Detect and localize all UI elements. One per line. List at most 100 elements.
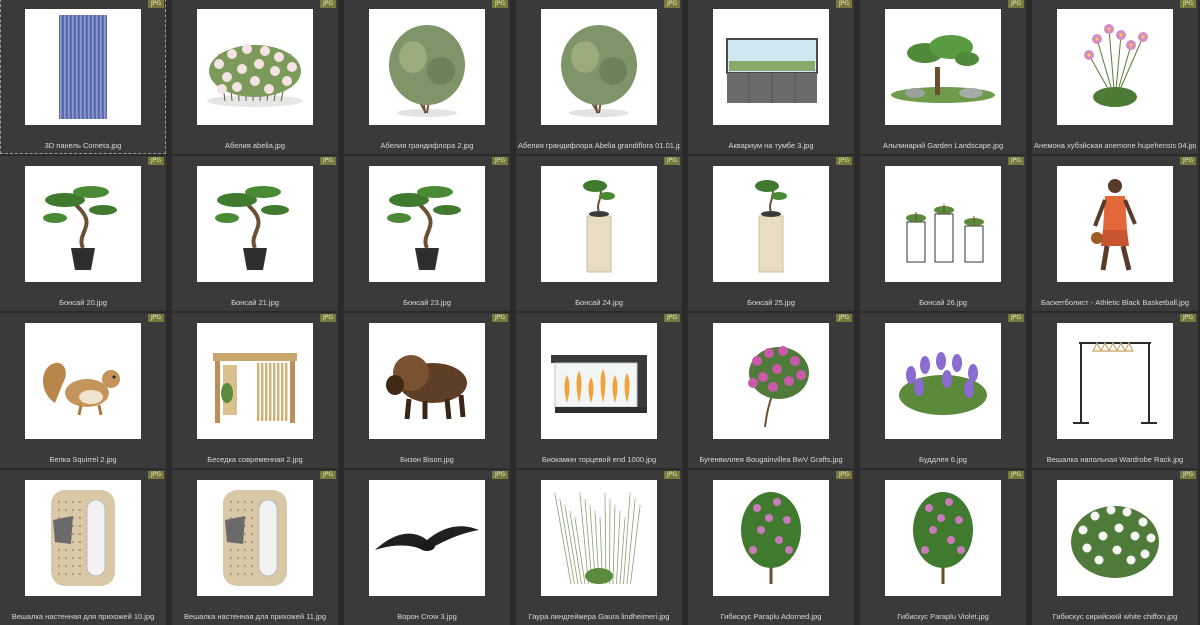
thumbnail-image xyxy=(885,323,1001,439)
thumbnail-image xyxy=(197,9,313,125)
file-type-badge: JPG xyxy=(835,314,852,322)
file-name-label: Ворон Crow 3.jpg xyxy=(397,612,457,621)
file-name-label: Бугенвиллея Bougainvillea BwV Grafts.jpg xyxy=(699,455,843,464)
thumbnail-image xyxy=(1057,480,1173,596)
file-name-label: Аквариум на тумбе 3.jpg xyxy=(728,141,814,150)
file-type-badge: JPG xyxy=(1007,0,1024,8)
bonsai-stand-icon xyxy=(906,204,984,263)
thumbnail-image xyxy=(25,9,141,125)
file-thumbnail[interactable]: JPG 3D панель Cometa.jpg xyxy=(0,0,166,154)
file-thumbnail[interactable]: JPG Биокамин торцевой end 1000.jpg xyxy=(516,313,682,468)
thumbnail-image xyxy=(25,323,141,439)
wall-hanger-icon xyxy=(51,490,115,586)
file-thumbnail[interactable]: JPG Анемона хубэйская anemone hupehensis … xyxy=(1032,0,1198,154)
thumbnail-image xyxy=(1057,166,1173,282)
file-type-badge: JPG xyxy=(1179,157,1196,165)
file-thumbnail[interactable]: JPG Альпинарий Garden Landscape.jpg xyxy=(860,0,1026,154)
file-type-badge: JPG xyxy=(1007,471,1024,479)
file-thumbnail[interactable]: JPG Вешалка напольная Wardrobe Rack.jpg xyxy=(1032,313,1198,468)
shrub-icon xyxy=(561,25,637,117)
shrub-icon xyxy=(389,25,465,117)
file-thumbnail[interactable]: JPG Бонсай 24.jpg xyxy=(516,156,682,311)
thumbnail-image xyxy=(369,323,485,439)
file-name-label: Анемона хубэйская anemone hupehensis 04.… xyxy=(1034,141,1196,150)
fireplace-icon xyxy=(551,355,647,413)
file-type-badge: JPG xyxy=(147,157,164,165)
file-name-label: Гибискус сирийский white chiffon.jpg xyxy=(1052,612,1178,621)
bonsai-icon xyxy=(215,186,289,270)
file-thumbnail[interactable]: JPG Аквариум на тумбе 3.jpg xyxy=(688,0,854,154)
file-type-badge: JPG xyxy=(491,471,508,479)
thumbnail-image xyxy=(197,323,313,439)
file-type-badge: JPG xyxy=(835,471,852,479)
file-name-label: Гибискус Paraplu Adorned.jpg xyxy=(720,612,822,621)
file-thumbnail[interactable]: JPG Бонсай 23.jpg xyxy=(344,156,510,311)
file-name-label: Гибискус Paraplu Violet.jpg xyxy=(897,612,989,621)
anemone-flower-icon xyxy=(1084,24,1148,107)
flowering-shrub-icon xyxy=(207,44,303,107)
file-thumbnail[interactable]: JPG Беседка современная 2.jpg xyxy=(172,313,338,468)
file-thumbnail[interactable]: JPG Гибискус Paraplu Violet.jpg xyxy=(860,470,1026,625)
file-type-badge: JPG xyxy=(663,0,680,8)
file-type-badge: JPG xyxy=(835,157,852,165)
hibiscus-icon xyxy=(741,492,801,584)
file-thumbnail[interactable]: JPG Абелия грандифлора Abelia grandiflora… xyxy=(516,0,682,154)
file-name-label: Абелия abelia.jpg xyxy=(225,141,285,150)
file-type-badge: JPG xyxy=(1179,0,1196,8)
file-thumbnail[interactable]: JPG Буддлея 6.jpg xyxy=(860,313,1026,468)
file-thumbnail[interactable]: JPG Белка Squirrel 2.jpg xyxy=(0,313,166,468)
file-thumbnail[interactable]: JPG Абелия грандифлора 2.jpg xyxy=(344,0,510,154)
file-thumbnail[interactable]: JPG Бонсай 20.jpg xyxy=(0,156,166,311)
file-name-label: Абелия грандифлора Abelia grandiflora 01… xyxy=(518,141,680,150)
thumbnail-image xyxy=(885,9,1001,125)
file-name-label: Беседка современная 2.jpg xyxy=(207,455,303,464)
file-thumbnail[interactable]: JPG Гаура линдгеймера Gaura lindheimeri.j… xyxy=(516,470,682,625)
thumbnail-image xyxy=(541,480,657,596)
file-thumbnail[interactable]: JPG Гибискус сирийский white chiffon.jpg xyxy=(1032,470,1198,625)
thumbnail-image xyxy=(369,166,485,282)
file-name-label: Буддлея 6.jpg xyxy=(919,455,967,464)
file-thumbnail[interactable]: JPG Ворон Crow 3.jpg xyxy=(344,470,510,625)
file-thumbnail[interactable]: JPG Бонсай 26.jpg xyxy=(860,156,1026,311)
buddleia-icon xyxy=(899,352,987,415)
file-thumbnail[interactable]: JPG Вешалка настенная для прихожей 11.jpg xyxy=(172,470,338,625)
file-type-badge: JPG xyxy=(1007,314,1024,322)
aquarium-icon xyxy=(726,38,818,103)
file-type-badge: JPG xyxy=(319,157,336,165)
file-name-label: Бонсай 24.jpg xyxy=(575,298,623,307)
thumbnail-image xyxy=(713,9,829,125)
file-name-label: Бонсай 25.jpg xyxy=(747,298,795,307)
file-thumbnail[interactable]: JPG Гибискус Paraplu Adorned.jpg xyxy=(688,470,854,625)
thumbnail-image xyxy=(369,9,485,125)
bonsai-pedestal-icon xyxy=(755,180,787,273)
file-type-badge: JPG xyxy=(491,157,508,165)
file-name-label: Вешалка настенная для прихожей 11.jpg xyxy=(183,612,327,621)
file-name-label: Альпинарий Garden Landscape.jpg xyxy=(882,141,1004,150)
thumbnail-image xyxy=(197,166,313,282)
file-thumbnail[interactable]: JPG Бизон Bison.jpg xyxy=(344,313,510,468)
file-thumbnail[interactable]: JPG Бонсай 25.jpg xyxy=(688,156,854,311)
file-type-badge: JPG xyxy=(491,0,508,8)
file-thumbnail[interactable]: JPG Бугенвиллея Bougainvillea BwV Grafts.… xyxy=(688,313,854,468)
thumbnail-image xyxy=(541,9,657,125)
file-thumbnail[interactable]: JPG Абелия abelia.jpg xyxy=(172,0,338,154)
bonsai-icon xyxy=(43,186,117,270)
crow-icon xyxy=(375,526,479,551)
thumbnail-image xyxy=(713,166,829,282)
gazebo-icon xyxy=(213,353,297,423)
wall-hanger-icon xyxy=(223,490,287,586)
bougainvillea-icon xyxy=(748,346,809,428)
file-name-label: Белка Squirrel 2.jpg xyxy=(49,455,117,464)
file-thumbnail[interactable]: JPG Бонсай 21.jpg xyxy=(172,156,338,311)
file-type-badge: JPG xyxy=(319,314,336,322)
file-name-label: Биокамин торцевой end 1000.jpg xyxy=(541,455,657,464)
file-type-badge: JPG xyxy=(1179,471,1196,479)
file-type-badge: JPG xyxy=(663,314,680,322)
bonsai-pedestal-icon xyxy=(583,180,615,273)
file-type-badge: JPG xyxy=(491,314,508,322)
file-name-label: Бонсай 20.jpg xyxy=(59,298,107,307)
file-thumbnail[interactable]: JPG Баскетболист - Athletic Black Basketb… xyxy=(1032,156,1198,311)
file-type-badge: JPG xyxy=(663,471,680,479)
thumbnail-image xyxy=(713,323,829,439)
file-thumbnail[interactable]: JPG Вешалка настенная для прихожей 10.jpg xyxy=(0,470,166,625)
